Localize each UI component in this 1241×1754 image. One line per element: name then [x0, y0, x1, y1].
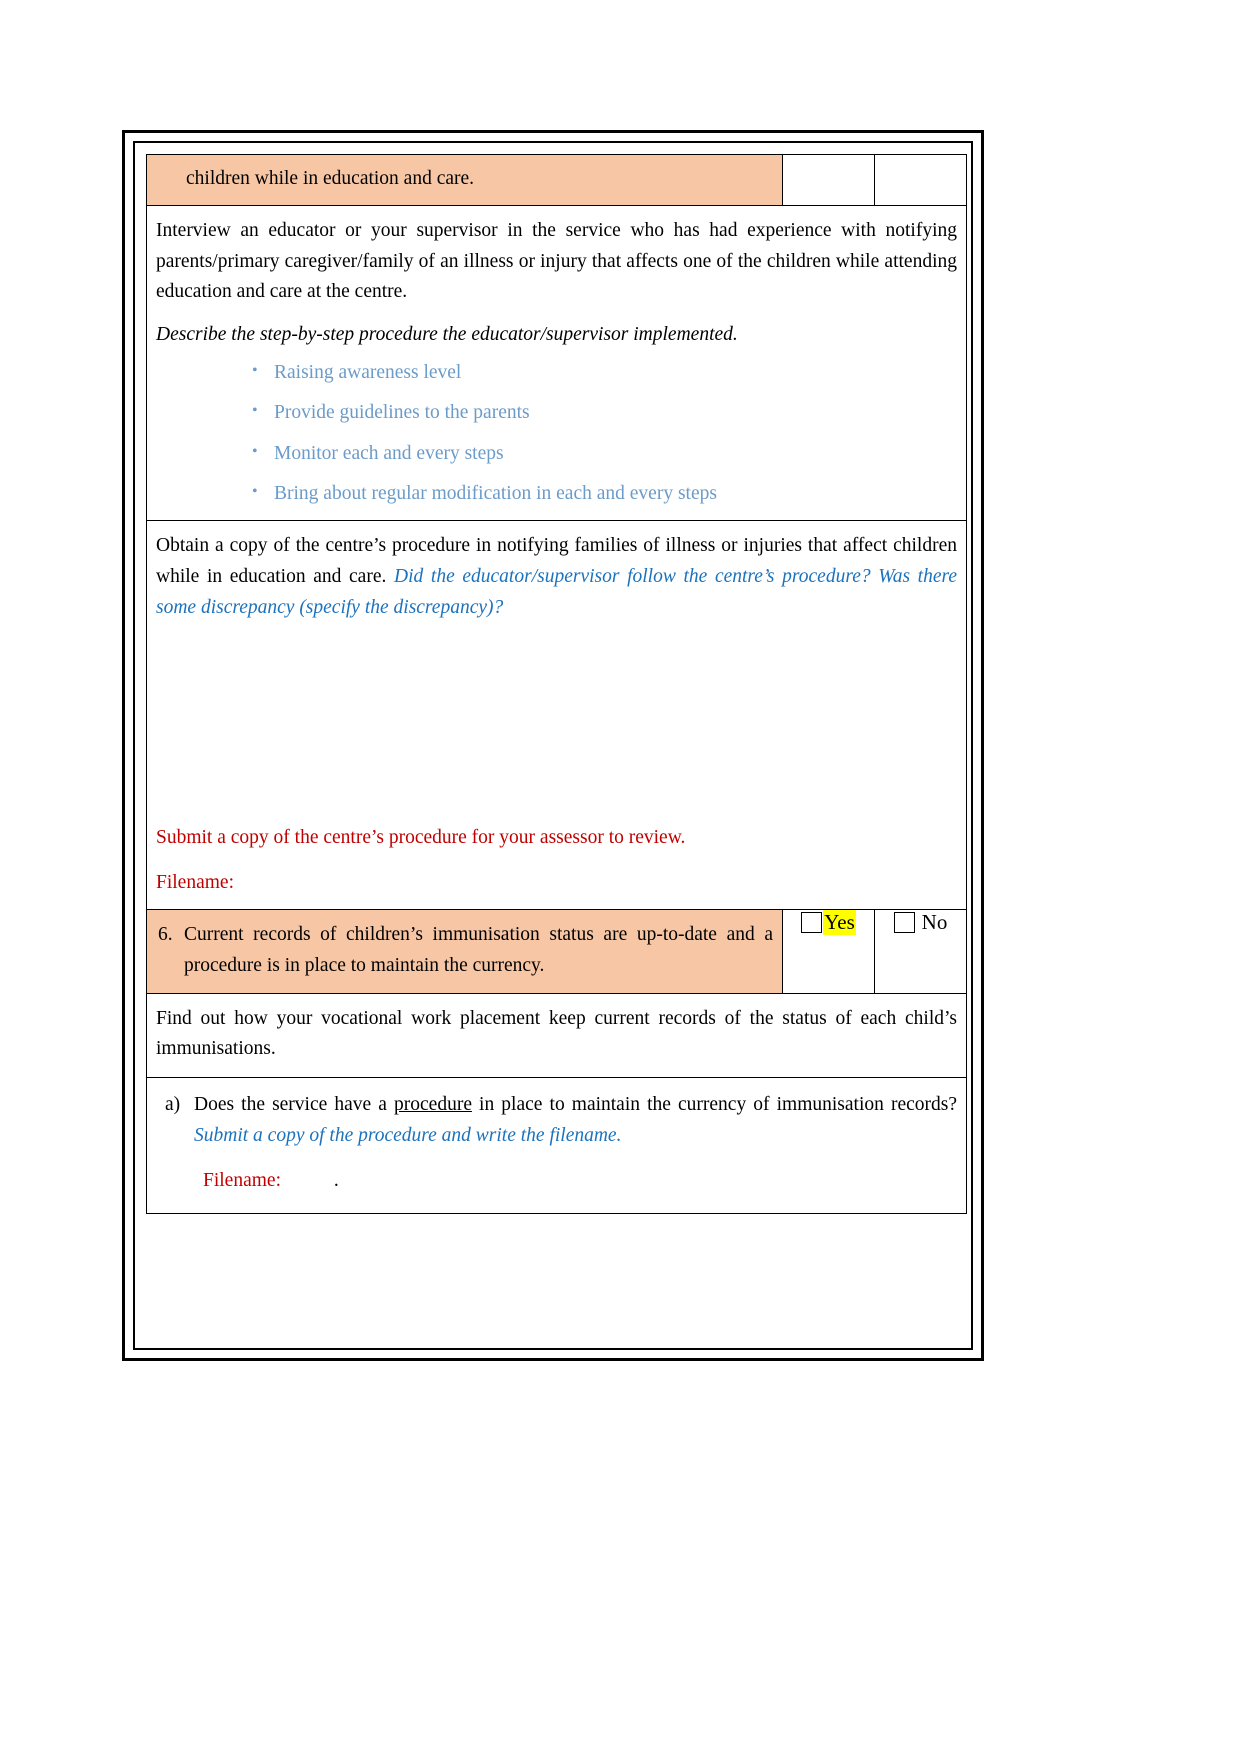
- item-a-cell: a) Does the service have a procedure in …: [146, 1077, 967, 1214]
- table-row-question-6: 6. Current records of children’s immunis…: [146, 909, 967, 994]
- describe-instruction: Describe the step-by-step procedure the …: [156, 324, 738, 346]
- find-out-paragraph: Find out how your vocational work placem…: [156, 1007, 957, 1060]
- assessment-table: children while in education and care. In…: [146, 154, 967, 1214]
- question-6-number: 6.: [158, 924, 173, 946]
- question-6-text: Current records of children’s immunisati…: [184, 924, 773, 976]
- no-checkbox[interactable]: [893, 912, 915, 934]
- yes-option[interactable]: Yes: [783, 910, 874, 936]
- interview-paragraph: Interview an educator or your supervisor…: [156, 219, 957, 303]
- table-row-obtain-copy: Obtain a copy of the centre’s procedure …: [146, 520, 967, 911]
- bullet-text: Raising awareness level: [274, 361, 462, 383]
- heading-yes-cell-blank[interactable]: [782, 154, 875, 206]
- bullet-text: Bring about regular modification in each…: [274, 482, 717, 504]
- table-row-heading-continuation: children while in education and care.: [146, 154, 967, 206]
- page-inner-frame: children while in education and care. In…: [133, 141, 973, 1350]
- table-row-interview: Interview an educator or your supervisor…: [146, 204, 967, 522]
- yes-checkbox[interactable]: [801, 912, 823, 934]
- question-6-cell: 6. Current records of children’s immunis…: [146, 909, 783, 994]
- item-a-text: Does the service have a procedure in pla…: [194, 1090, 957, 1152]
- page-outer-frame: children while in education and care. In…: [122, 130, 984, 1361]
- bullet-icon: •: [252, 442, 258, 460]
- interview-cell: Interview an educator or your supervisor…: [146, 204, 967, 522]
- heading-continuation-text: children while in education and care.: [186, 168, 475, 189]
- question-6-no-cell[interactable]: No: [874, 909, 967, 994]
- list-item: • Raising awareness level: [252, 359, 957, 387]
- list-item: • Provide guidelines to the parents: [252, 399, 957, 427]
- question-6-yes-cell[interactable]: Yes: [782, 909, 875, 994]
- answer-bullet-list: • Raising awareness level • Provide guid…: [156, 359, 957, 508]
- no-option[interactable]: No: [875, 910, 966, 935]
- item-a-text-part2: in place to maintain the currency of imm…: [471, 1094, 957, 1116]
- item-a-underlined-word: procedure: [394, 1094, 472, 1116]
- item-a-filename-row[interactable]: Filename: .: [156, 1166, 957, 1197]
- bullet-icon: •: [252, 402, 258, 420]
- item-a-letter: a): [165, 1094, 181, 1116]
- bullet-text: Monitor each and every steps: [274, 442, 504, 464]
- answer-blank-space[interactable]: [156, 625, 957, 823]
- bullet-icon: •: [252, 361, 258, 379]
- list-item: • Bring about regular modification in ea…: [252, 480, 957, 508]
- submit-copy-note: Submit a copy of the centre’s procedure …: [156, 827, 686, 849]
- item-a-submit-instruction: Submit a copy of the procedure and write…: [194, 1125, 622, 1147]
- filename-label[interactable]: Filename:: [156, 868, 957, 899]
- heading-continuation-cell: children while in education and care.: [146, 154, 783, 206]
- question-6-body: 6. Current records of children’s immunis…: [156, 920, 773, 982]
- obtain-copy-cell[interactable]: Obtain a copy of the centre’s procedure …: [146, 520, 967, 911]
- list-item: • Monitor each and every steps: [252, 440, 957, 468]
- item-a-body: a) Does the service have a procedure in …: [156, 1090, 957, 1152]
- item-a-filename-value[interactable]: .: [334, 1170, 339, 1191]
- no-label[interactable]: No: [922, 910, 948, 935]
- table-row-find-out: Find out how your vocational work placem…: [146, 992, 967, 1079]
- table-row-item-a: a) Does the service have a procedure in …: [146, 1077, 967, 1214]
- item-a-text-part1: Does the service have a: [194, 1094, 395, 1116]
- obtain-copy-paragraph: Obtain a copy of the centre’s procedure …: [156, 531, 957, 623]
- heading-no-cell-blank[interactable]: [874, 154, 967, 206]
- bullet-icon: •: [252, 482, 258, 500]
- yes-label[interactable]: Yes: [823, 910, 856, 936]
- bullet-text: Provide guidelines to the parents: [274, 402, 530, 424]
- item-a-filename-label: Filename:: [203, 1169, 281, 1191]
- find-out-cell: Find out how your vocational work placem…: [146, 992, 967, 1079]
